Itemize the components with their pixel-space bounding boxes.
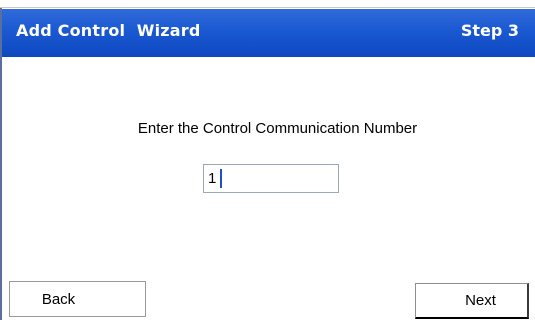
next-button[interactable]: Next [415, 283, 529, 319]
back-button-label: Back [41, 290, 76, 308]
communication-number-input[interactable] [203, 164, 339, 193]
next-button-label: Next [465, 292, 496, 309]
text-caret [220, 169, 222, 188]
communication-number-prompt: Enter the Control Communication Number [137, 120, 418, 137]
window-top-edge [0, 0, 535, 8]
wizard-title-bar: Add Control Wizard Step 3 [2, 9, 535, 57]
wizard-step-indicator: Step 3 [460, 21, 519, 40]
wizard-title: Add Control Wizard [16, 21, 201, 40]
add-control-wizard-window: Add Control Wizard Step 3 Enter the Cont… [0, 0, 535, 320]
back-button[interactable]: Back [9, 281, 146, 317]
